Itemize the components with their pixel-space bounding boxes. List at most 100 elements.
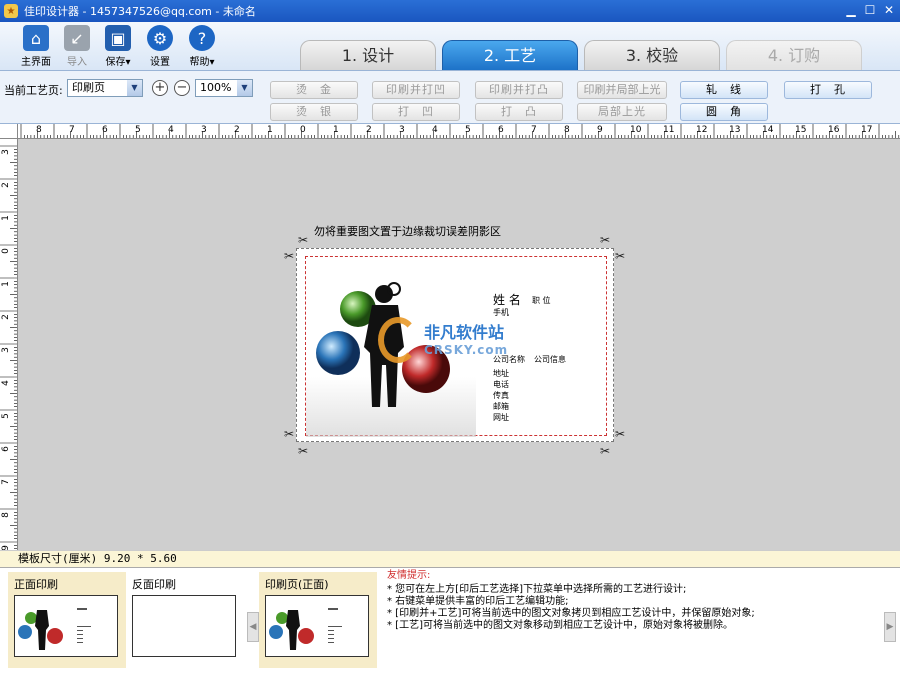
print-spot-gloss-button[interactable]: 印刷并局部上光 [577, 81, 667, 99]
zoom-select[interactable]: 100% ▼ [195, 79, 253, 97]
scissors-icon: ✂ [615, 249, 626, 263]
status-bar: 模板尺寸(厘米) 9.20 * 5.60 [0, 550, 900, 567]
watermark-cn: 非凡软件站 [424, 323, 505, 342]
ruler-top-label: 1 [267, 125, 273, 135]
import-label: 导入 [67, 57, 87, 68]
scissors-icon: ✂ [600, 233, 611, 247]
tab-design[interactable]: 1. 设计 [300, 40, 436, 70]
hot-gold-button[interactable]: 烫 金 [270, 81, 358, 99]
save-dropdown-icon: ▾ [125, 57, 131, 68]
hot-silver-button[interactable]: 烫 银 [270, 103, 358, 121]
ruler-left-label: 7 [0, 479, 11, 485]
front-print-thumb[interactable]: 正面印刷 [8, 572, 126, 668]
print-emboss-button[interactable]: 印刷并打凹 [372, 81, 460, 99]
process-toolbar: 当前工艺页: 印刷页 ▼ + − 100% ▼ 烫 金 烫 银 印刷并打凹 打 … [0, 70, 900, 124]
template-size: 模板尺寸(厘米) 9.20 * 5.60 [18, 552, 177, 565]
ruler-top-label: 12 [696, 125, 708, 135]
ruler-top-label: 15 [795, 125, 807, 135]
tip-item: * [工艺]可将当前选中的图文对象移动到相应工艺设计中，原始对象将被删除。 [387, 620, 733, 631]
import-button[interactable]: ↙ 导入 [57, 25, 97, 68]
ruler-top: 8 7 6 5 4 3 2 1 0 1 2 3 4 5 6 7 8 9 10 11 12 13 14 15 16 17 [18, 124, 900, 139]
ruler-top-label: 13 [729, 125, 741, 135]
settings-button[interactable]: ⚙ 设置 [140, 25, 180, 68]
watermark-logo: 非凡软件站 CRSKY.com [378, 313, 528, 369]
tip-item: * 您可在左上方[印后工艺选择]下拉菜单中选择所需的工艺进行设计; [387, 584, 687, 595]
spot-gloss-button[interactable]: 局部上光 [577, 103, 667, 121]
scissors-icon: ✂ [600, 444, 611, 458]
card-website: 网址 [493, 413, 509, 422]
process-page-select[interactable]: 印刷页 ▼ [67, 79, 143, 97]
ruler-left-label: 5 [0, 413, 11, 419]
ruler-left-label: 1 [0, 281, 11, 287]
ruler-left: 3210123456789 [0, 139, 18, 550]
home-button[interactable]: ⌂ 主界面 [16, 25, 56, 68]
ruler-left-label: 2 [0, 182, 11, 188]
help-button[interactable]: ? 帮助▾ [182, 25, 222, 68]
ruler-top-label: 3 [399, 125, 405, 135]
import-icon: ↙ [64, 25, 90, 51]
ruler-left-label: 6 [0, 446, 11, 452]
ruler-top-label: 0 [300, 125, 306, 135]
front-print-label: 正面印刷 [14, 578, 58, 591]
business-card[interactable]: 姓 名 职 位 手机 公司名称 公司信息 地址 电话 传真 邮箱 网址 非凡软件… [305, 256, 607, 437]
ruler-left-ticks [0, 145, 17, 549]
bottom-panel: 正面印刷 反面印刷 印刷页(正面) 友情提示: * 您可在左上方[印后工艺选择]… [0, 567, 900, 675]
card-address: 地址 [493, 369, 509, 378]
tab-order[interactable]: 4. 订购 [726, 40, 862, 70]
print-raise-button[interactable]: 印刷并打凸 [475, 81, 563, 99]
watermark-icon [378, 317, 418, 363]
close-button[interactable]: ✕ [880, 2, 898, 19]
punch-button[interactable]: 打 孔 [784, 81, 872, 99]
raise-button[interactable]: 打 凸 [475, 103, 563, 121]
help-dropdown-icon: ▾ [209, 57, 215, 68]
ruler-top-label: 7 [69, 125, 75, 135]
ruler-top-label: 5 [135, 125, 141, 135]
save-icon: ▣ [105, 25, 131, 51]
ruler-top-label: 8 [36, 125, 42, 135]
ruler-left-label: 8 [0, 512, 11, 518]
tip-item: * [印刷并+工艺]可将当前选中的图文对象拷贝到相应工艺设计中，并保留原始对象; [387, 608, 755, 619]
crease-button[interactable]: 轧 线 [680, 81, 768, 99]
ruler-top-label: 3 [201, 125, 207, 135]
settings-label: 设置 [150, 57, 170, 68]
back-thumb-image [132, 595, 236, 657]
zoom-value: 100% [200, 81, 232, 94]
process-page-label: 当前工艺页: [4, 84, 63, 97]
card-position: 职 位 [532, 296, 551, 305]
ruler-top-label: 6 [102, 125, 108, 135]
process-page-value: 印刷页 [72, 81, 105, 94]
ruler-top-label: 4 [168, 125, 174, 135]
ruler-top-label: 2 [366, 125, 372, 135]
zoom-in-icon[interactable]: + [152, 80, 168, 96]
round-corner-button[interactable]: 圆 角 [680, 103, 768, 121]
tips-heading: 友情提示: [387, 570, 431, 581]
card-name: 姓 名 [493, 293, 521, 307]
ruler-top-label: 2 [234, 125, 240, 135]
minimize-button[interactable]: ▁ [842, 2, 860, 19]
tip-item: * 右键菜单提供丰富的印后工艺编辑功能; [387, 596, 569, 607]
emboss-button[interactable]: 打 凹 [372, 103, 460, 121]
ruler-left-label: 2 [0, 314, 11, 320]
ruler-top-label: 9 [597, 125, 603, 135]
ruler-top-label: 6 [498, 125, 504, 135]
gear-icon: ⚙ [147, 25, 173, 51]
ruler-top-label: 1 [333, 125, 339, 135]
watermark-en: CRSKY.com [424, 343, 509, 357]
ruler-top-label: 10 [630, 125, 642, 135]
tab-verify[interactable]: 3. 校验 [584, 40, 720, 70]
ruler-top-label: 4 [432, 125, 438, 135]
back-print-label: 反面印刷 [132, 578, 176, 591]
back-print-thumb[interactable]: 反面印刷 [128, 572, 246, 668]
print-page-thumb[interactable]: 印刷页(正面) [259, 572, 377, 668]
tips-panel: 友情提示: * 您可在左上方[印后工艺选择]下拉菜单中选择所需的工艺进行设计; … [387, 570, 877, 632]
card-email: 邮箱 [493, 402, 509, 411]
ruler-corner [0, 124, 18, 139]
thumb-scroll-left-icon[interactable]: ◀ [247, 612, 259, 642]
tab-process[interactable]: 2. 工艺 [442, 40, 578, 70]
chevron-down-icon: ▼ [237, 80, 252, 96]
ruler-top-label: 7 [531, 125, 537, 135]
maximize-button[interactable]: ☐ [861, 2, 879, 19]
thumb-scroll-right-icon[interactable]: ▶ [884, 612, 896, 642]
save-button[interactable]: ▣ 保存▾ [98, 25, 138, 68]
zoom-out-icon[interactable]: − [174, 80, 190, 96]
